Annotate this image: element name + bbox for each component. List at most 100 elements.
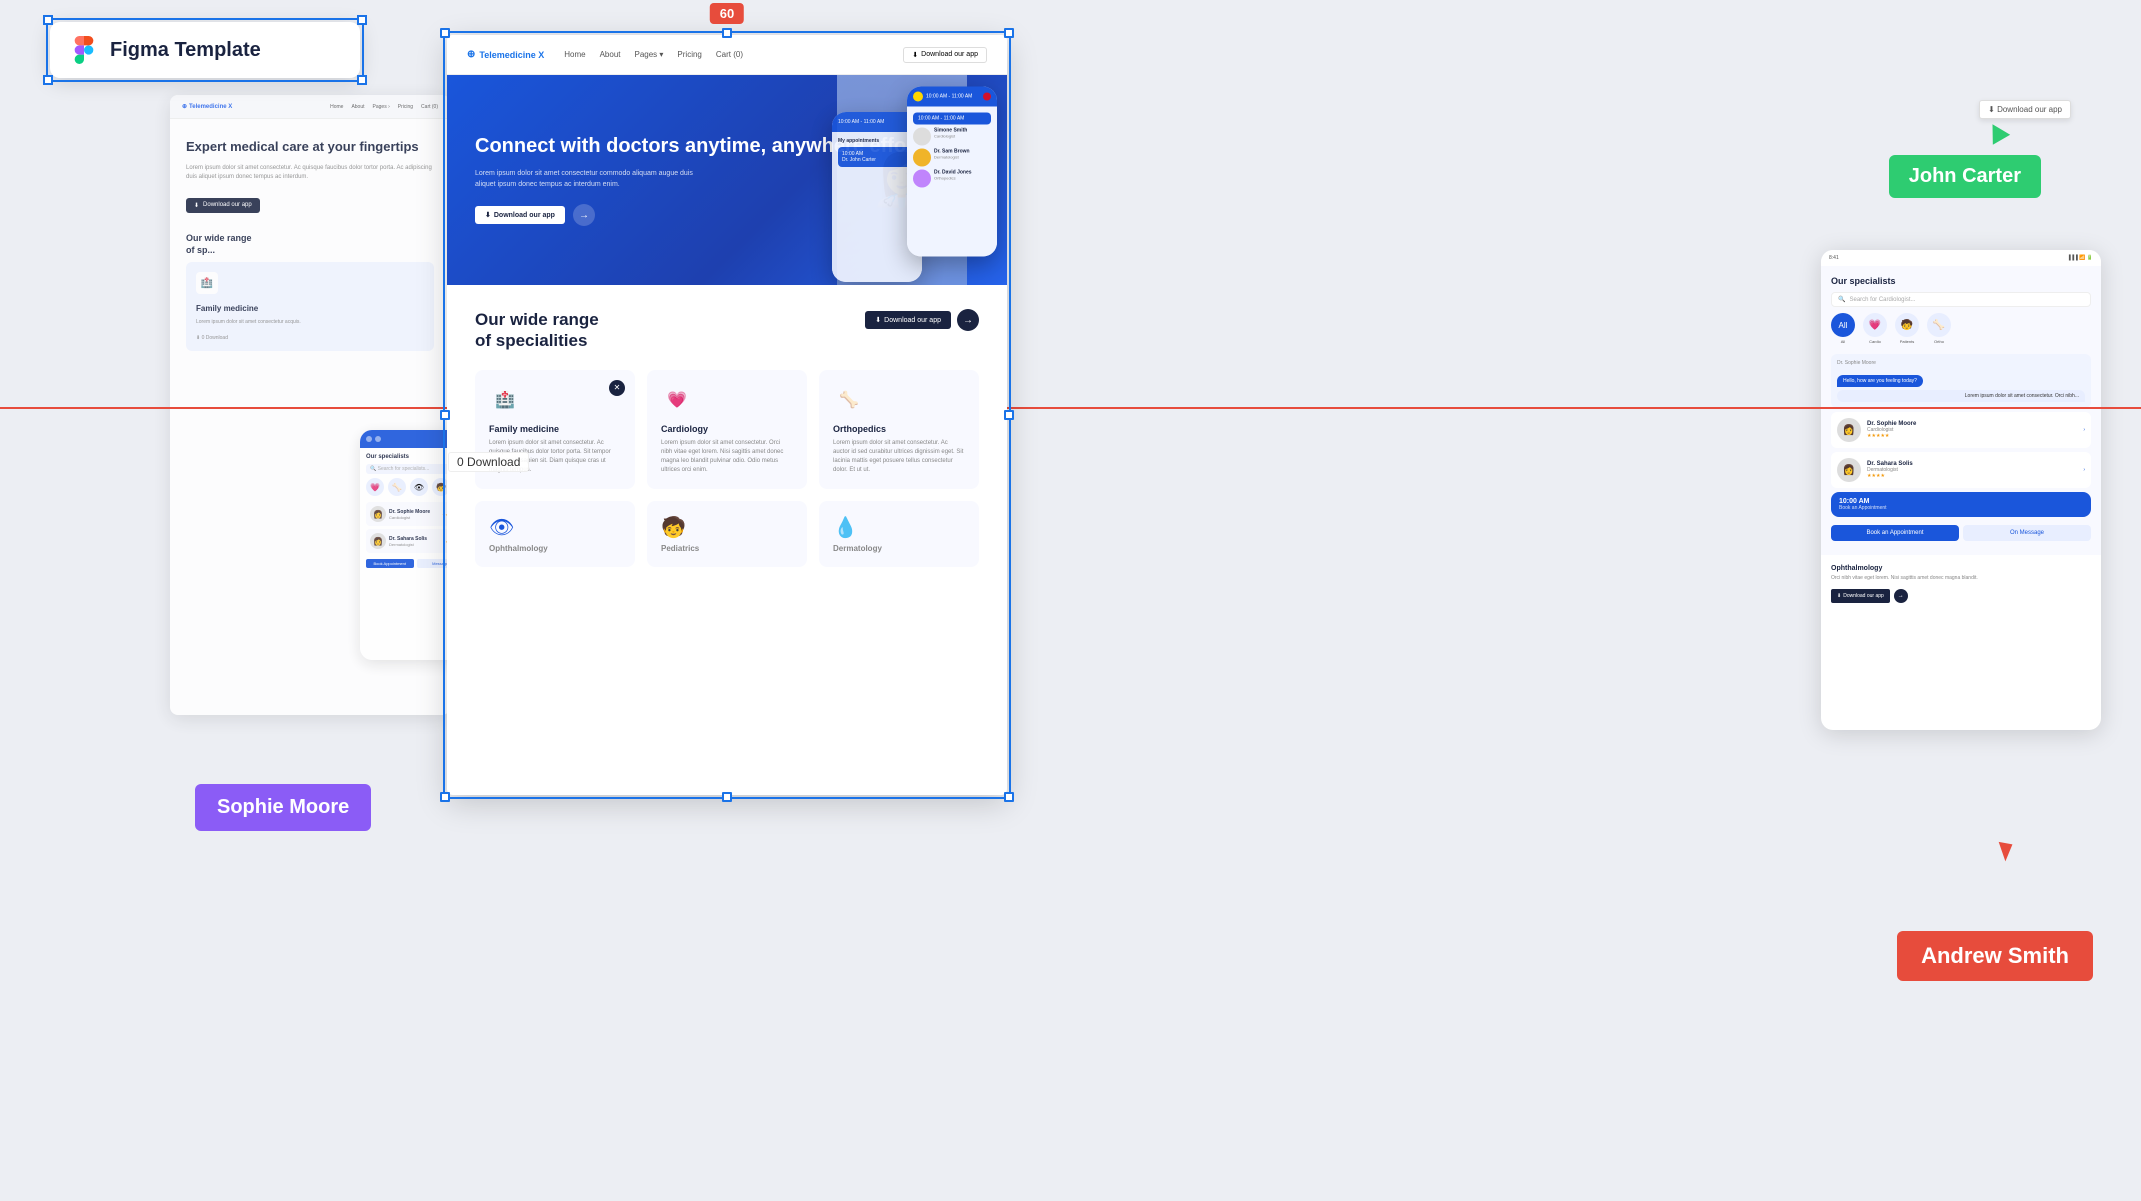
- phone-header-1: 10:00 AM - 11:00 AM: [907, 87, 997, 107]
- spec-card-title-2: Cardiology: [661, 424, 793, 434]
- right-phone-content: Our specialists 🔍 Search for Cardiologis…: [1821, 266, 2101, 555]
- cursor-green: [1984, 119, 2010, 145]
- spec-card-desc-2: Lorem ipsum dolor sit amet consectetur. …: [661, 439, 793, 475]
- spec-card-desc-3: Lorem ipsum dolor sit amet consectetur. …: [833, 439, 965, 475]
- phone-screen-1: 10:00 AM - 11:00 AM Simone Smith Cardiol…: [907, 107, 997, 257]
- doctor-avatar-2: 👩: [370, 533, 386, 549]
- book-appt-mini: Book Appointment: [366, 559, 414, 568]
- right-phone-card: 8:41 ▐▐▐ 📶 🔋 Our specialists 🔍 Search fo…: [1821, 250, 2101, 730]
- spec-pediatrics: 🧒 Pediatrics: [647, 501, 807, 567]
- spec-card-close-1: ✕: [609, 380, 625, 396]
- book-appt-btn[interactable]: Book an Appointment: [1831, 525, 1959, 541]
- doctor-item-2: 👩 Dr. Sahara Solis Dermatologist ★★★★ ›: [1831, 452, 2091, 488]
- spec-icon-cardio: 💗 Cardio: [1863, 313, 1887, 344]
- hero-arrow-button[interactable]: →: [573, 204, 595, 226]
- dermatology-label: Dermatology: [833, 544, 882, 553]
- doctor-rating-2: ★★★★: [1867, 473, 2077, 479]
- left-preview-cta: ⬇ Download our app: [186, 198, 260, 213]
- doctor-avatar-1: 👩: [370, 506, 386, 522]
- figma-logo: [70, 36, 98, 64]
- right-phone-area: 8:41 ▐▐▐ 📶 🔋 Our specialists 🔍 Search fo…: [1821, 250, 2101, 730]
- logo-icon: ⊕: [182, 103, 187, 110]
- handle-br[interactable]: [1004, 792, 1014, 802]
- nav-link-about[interactable]: About: [600, 50, 621, 59]
- left-preview-hero: Expert medical care at your fingertips L…: [170, 119, 450, 233]
- message-btn[interactable]: On Message: [1963, 525, 2091, 541]
- specialities-section: Our wide rangeof specialities ⬇ Download…: [447, 285, 1007, 591]
- hero-desc: Lorem ipsum dolor sit amet consectetur c…: [475, 169, 695, 190]
- specialities-header: Our wide rangeof specialities ⬇ Download…: [475, 309, 979, 352]
- oph-text: Orci nibh vitae eget lorem. Nisi sagitti…: [1831, 575, 2091, 583]
- ophthalmology-icon: 👁: [489, 515, 514, 540]
- appt-time: 10:00 AM: [1839, 498, 2083, 505]
- download-annotation-btn: ⬇ Download our app: [1979, 100, 2071, 119]
- spec-icon-patients: 🧒 Patients: [1895, 313, 1919, 344]
- spec-icon-2: 🦴: [388, 478, 406, 496]
- left-preview-title: Expert medical care at your fingertips: [186, 139, 434, 156]
- doctor-rating-1: ★★★★★: [1867, 433, 2077, 439]
- specialities-title: Our wide rangeof specialities: [475, 309, 599, 352]
- left-preview-specialities: Our wide rangeof sp... 🏥 Family medicine…: [170, 233, 450, 359]
- spec-arrow-button[interactable]: →: [957, 309, 979, 331]
- bottom-cta[interactable]: ⬇ Download our app: [1831, 589, 1890, 603]
- handle-tl-fig[interactable]: [43, 15, 53, 25]
- appointment-card: 10:00 AM Book an Appointment: [1831, 492, 2091, 517]
- bottom-arrow[interactable]: →: [1894, 589, 1908, 603]
- spec-icon-ortho: 🦴 Ortho: [1927, 313, 1951, 344]
- nav-cta-button[interactable]: ⬇ Download our app: [903, 47, 987, 63]
- cardiology-icon: 💗: [661, 384, 693, 416]
- nav-logo-icon: ⊕: [467, 49, 475, 60]
- download-zero-label: 0 Download: [448, 452, 529, 472]
- phone-avatar-1: [913, 92, 923, 102]
- spec-icon-1: 💗: [366, 478, 384, 496]
- handle-tr-fig[interactable]: [357, 15, 367, 25]
- specialities-cta: ⬇ Download our app →: [865, 309, 979, 331]
- download-annotation: ⬇ Download our app: [1979, 100, 2071, 141]
- nav-logo: ⊕ Telemedicine X: [467, 49, 544, 60]
- figma-template-badge: Figma Template: [50, 22, 360, 78]
- search-bar[interactable]: 🔍 Search for Cardiologist...: [1831, 292, 2091, 307]
- spec-card-title-3: Orthopedics: [833, 424, 965, 434]
- bottom-btns: ⬇ Download our app →: [1831, 589, 2091, 603]
- left-preview-logo: ⊕ Telemedicine X: [182, 103, 232, 110]
- chat-bubble-2: Lorem ipsum dolor sit amet consectetur. …: [1837, 390, 2085, 402]
- guide-line-horizontal: [0, 407, 2141, 409]
- nav-link-pages[interactable]: Pages ▾: [635, 50, 664, 59]
- second-row-specialities: 👁 Ophthalmology 🧒 Pediatrics 💧 Dermatolo…: [475, 501, 979, 567]
- action-buttons: Book an Appointment On Message: [1831, 521, 2091, 545]
- chat-bubble-1: Hello, how are you feeling today?: [1837, 375, 1923, 387]
- pediatrics-icon: 🧒: [661, 515, 686, 540]
- nav-link-cart[interactable]: Cart (0): [716, 50, 743, 59]
- spec-icon-3: 👁: [410, 478, 428, 496]
- search-icon: 🔍: [1838, 296, 1845, 303]
- handle-br-fig[interactable]: [357, 75, 367, 85]
- left-preview-card-icon: 🏥: [196, 272, 218, 294]
- website-nav: ⊕ Telemedicine X Home About Pages ▾ Pric…: [447, 35, 1007, 75]
- family-medicine-icon: 🏥: [489, 384, 521, 416]
- nav-link-pricing[interactable]: Pricing: [677, 50, 701, 59]
- doctor-item-1: 👩 Dr. Sophie Moore Cardiologist ★★★★★ ›: [1831, 412, 2091, 448]
- nav-link-home[interactable]: Home: [564, 50, 585, 59]
- website-card: ⊕ Telemedicine X Home About Pages ▾ Pric…: [447, 35, 1007, 795]
- cursor-red: [1996, 842, 2013, 862]
- download-count-area: 0 Download: [448, 452, 529, 472]
- handle-bl-fig[interactable]: [43, 75, 53, 85]
- nav-logo-text: Telemedicine X: [479, 50, 544, 60]
- hero-section: Connect with doctors anytime, anywhere e…: [447, 75, 1007, 285]
- spec-cta-button[interactable]: ⬇ Download our app: [865, 311, 951, 329]
- john-carter-label: John Carter: [1889, 155, 2041, 198]
- left-preview-desc: Lorem ipsum dolor sit amet consectetur. …: [186, 164, 434, 182]
- right-phone-title: Our specialists: [1831, 276, 2091, 286]
- spec-icons-row: All All 💗 Cardio 🧒 Patients 🦴 Ortho: [1831, 313, 2091, 344]
- spec-card-title-1: Family medicine: [489, 424, 621, 434]
- spec-icon-all: All All: [1831, 313, 1855, 344]
- hero-cta-button[interactable]: ⬇ Download our app: [475, 206, 565, 224]
- ophthalmology-section: Ophthalmology Orci nibh vitae eget lorem…: [1821, 555, 2101, 613]
- sophie-moore-label: Sophie Moore: [195, 784, 371, 831]
- doctor-avatar-sahara: 👩: [1837, 458, 1861, 482]
- doctor-avatar-sophie: 👩: [1837, 418, 1861, 442]
- ophthalmology-label: Ophthalmology: [489, 544, 548, 553]
- phone-mockup-1: 10:00 AM - 11:00 AM 10:00 AM - 11:00 AM …: [907, 87, 997, 257]
- andrew-smith-label: Andrew Smith: [1897, 931, 2093, 981]
- main-frame: 60 ⊕ Telemedicine X Home About: [447, 35, 1007, 795]
